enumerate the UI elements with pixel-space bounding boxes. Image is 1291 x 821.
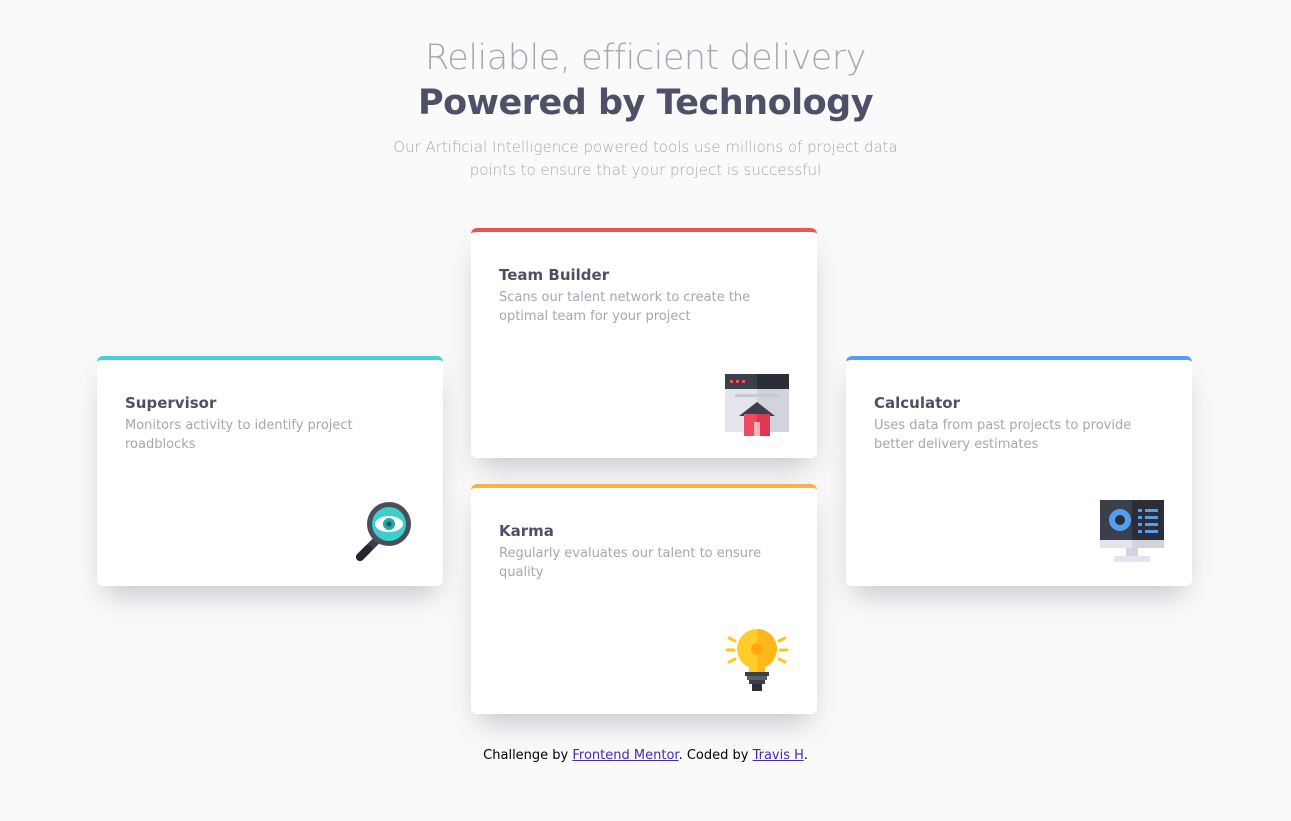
header: Reliable, efficient delivery Powered by … bbox=[0, 36, 1291, 182]
card-team-builder: Team Builder Scans our talent network to… bbox=[471, 228, 817, 458]
card-title: Calculator bbox=[874, 394, 960, 412]
card-supervisor: Supervisor Monitors activity to identify… bbox=[97, 356, 443, 586]
intro-line-1: Our Artificial Intelligence powered tool… bbox=[393, 138, 898, 156]
card-title: Karma bbox=[499, 522, 554, 540]
frontend-mentor-link[interactable]: Frontend Mentor bbox=[572, 748, 678, 763]
card-calculator: Calculator Uses data from past projects … bbox=[846, 356, 1192, 586]
page: Reliable, efficient delivery Powered by … bbox=[0, 0, 1291, 821]
attribution: Challenge by Frontend Mentor. Coded by T… bbox=[0, 747, 1291, 765]
card-description: Uses data from past projects to provide … bbox=[874, 418, 1132, 452]
card-title: Team Builder bbox=[499, 266, 610, 284]
attribution-suffix: . bbox=[803, 748, 808, 763]
card-title: Supervisor bbox=[125, 394, 217, 412]
intro-text: Our Artificial Intelligence powered tool… bbox=[386, 136, 906, 182]
card-description: Monitors activity to identify project ro… bbox=[125, 418, 353, 452]
monitor-dashboard-icon bbox=[1100, 500, 1164, 562]
author-link[interactable]: Travis H bbox=[753, 748, 804, 763]
card-karma: Karma Regularly evaluates our talent to … bbox=[471, 484, 817, 714]
attribution-prefix: Challenge by bbox=[483, 748, 573, 763]
lightbulb-icon bbox=[725, 629, 789, 691]
browser-home-icon bbox=[725, 374, 789, 436]
page-title: Powered by Technology bbox=[417, 83, 874, 123]
card-description: Scans our talent network to create the o… bbox=[499, 290, 751, 324]
card-description: Regularly evaluates our talent to ensure… bbox=[499, 546, 762, 580]
page-subtitle: Reliable, efficient delivery bbox=[425, 38, 866, 78]
intro-line-2: points to ensure that your project is su… bbox=[469, 161, 822, 179]
magnifier-eye-icon bbox=[356, 502, 411, 561]
attribution-middle: . Coded by bbox=[678, 748, 753, 763]
